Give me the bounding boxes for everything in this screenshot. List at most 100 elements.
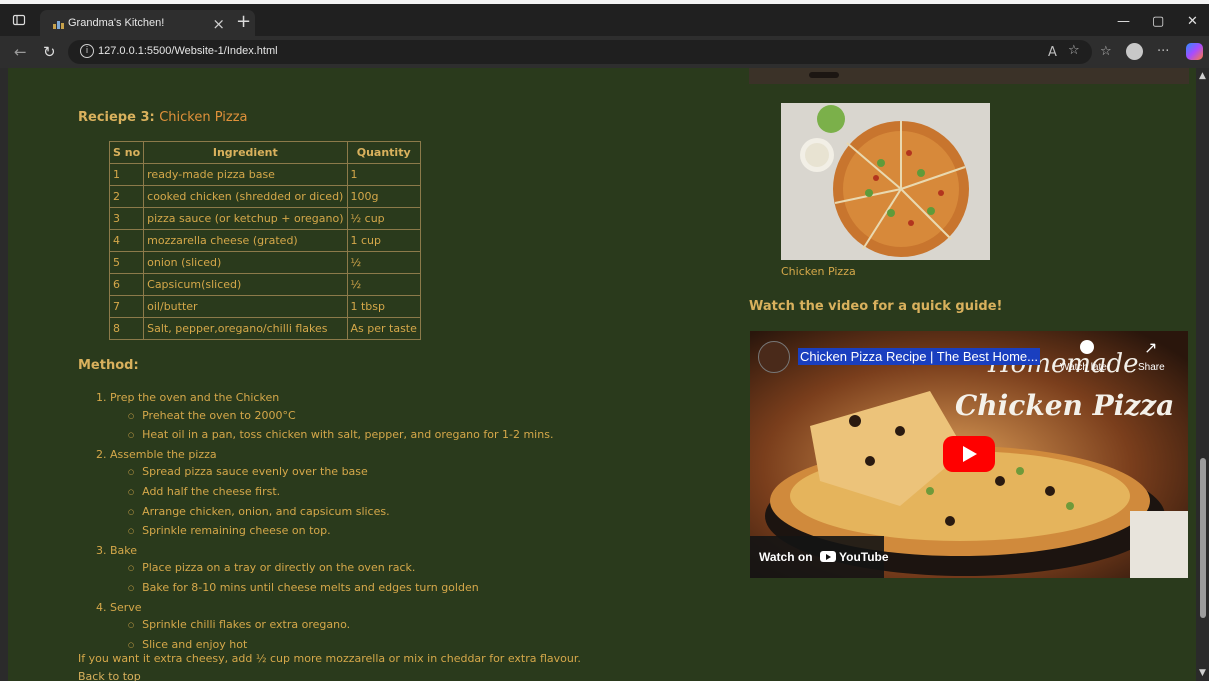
step-title: 4. Serve — [96, 600, 142, 614]
copilot-icon[interactable] — [1186, 43, 1203, 60]
cell-quantity: 100g — [346, 185, 421, 208]
step-detail: Add half the cheese first. — [96, 483, 553, 503]
video-brand-line2: Chicken Pizza — [955, 389, 1175, 422]
step-detail: Spread pizza sauce evenly over the base — [96, 463, 553, 483]
chicken-pizza-image — [781, 103, 990, 260]
cell-quantity: 1 tbsp — [346, 295, 421, 318]
share-icon[interactable]: ↗ — [1144, 338, 1157, 357]
close-window-icon[interactable]: ✕ — [1187, 14, 1198, 29]
watch-on-label: Watch on — [759, 550, 813, 564]
cell-ingredient: ready-made pizza base — [143, 163, 348, 186]
new-tab-button[interactable]: + — [236, 11, 251, 32]
cell-sno: 7 — [108, 295, 145, 318]
channel-avatar[interactable] — [758, 341, 790, 373]
cell-quantity: ½ — [346, 251, 421, 274]
restore-icon[interactable]: ▢ — [1152, 14, 1164, 29]
more-menu-icon[interactable]: ··· — [1157, 44, 1169, 59]
minimize-icon[interactable]: — — [1117, 14, 1130, 29]
table-header-row: S no Ingredient Quantity — [108, 141, 421, 164]
image-caption: Chicken Pizza — [781, 265, 856, 278]
navigation-bar: ← ↻ i 127.0.0.1:5500/Website-1/Index.htm… — [0, 36, 1209, 68]
step-title: 2. Assemble the pizza — [96, 447, 217, 461]
address-bar[interactable]: i 127.0.0.1:5500/Website-1/Index.html A … — [68, 40, 1092, 64]
step-detail: Preheat the oven to 2000°C — [96, 407, 553, 427]
step-title: 3. Bake — [96, 543, 138, 557]
youtube-video-embed[interactable]: Homemade Chicken Pizza Chicken Pizza Rec… — [750, 331, 1188, 578]
watch-later-label[interactable]: Watch later — [1060, 362, 1110, 373]
sidebar-toggle-icon[interactable] — [12, 13, 26, 27]
cell-sno: 8 — [108, 317, 145, 340]
method-heading: Method: — [78, 358, 139, 373]
youtube-logo-icon — [820, 551, 836, 562]
cell-sno: 3 — [108, 207, 145, 230]
step-detail: Place pizza on a tray or directly on the… — [96, 559, 553, 579]
step-detail: Arrange chicken, onion, and capsicum sli… — [96, 503, 553, 523]
browser-tab[interactable]: Grandma's Kitchen! × — [40, 10, 255, 38]
step-detail: Sprinkle chilli flakes or extra oregano. — [96, 616, 553, 636]
cell-ingredient: pizza sauce (or ketchup + oregano) — [143, 207, 348, 230]
kitchen-favicon-icon — [53, 21, 64, 29]
favorites-icon[interactable]: ☆ — [1100, 44, 1112, 59]
watch-on-youtube-button[interactable]: Watch on YouTube — [750, 536, 889, 578]
col-header-ingredient: Ingredient — [143, 141, 348, 164]
step-detail: Sprinkle remaining cheese on top. — [96, 522, 553, 542]
cell-sno: 1 — [108, 163, 145, 186]
video-title[interactable]: Chicken Pizza Recipe | The Best Home... — [798, 348, 1040, 365]
table-row: 1 ready-made pizza base 1 — [108, 163, 421, 186]
table-row: 4 mozzarella cheese (grated) 1 cup — [108, 229, 421, 252]
table-row: 3 pizza sauce (or ketchup + oregano) ½ cup — [108, 207, 421, 230]
page-content: Reciepe 3: Chicken Pizza S no Ingredient… — [8, 68, 1196, 681]
recipe-heading: Reciepe 3: Chicken Pizza — [78, 110, 248, 125]
cell-ingredient: mozzarella cheese (grated) — [143, 229, 348, 252]
cell-quantity: ½ — [346, 273, 421, 296]
tab-close-icon[interactable]: × — [212, 15, 225, 33]
step-detail: Bake for 8-10 mins until cheese melts an… — [96, 579, 553, 599]
cell-ingredient: oil/butter — [143, 295, 348, 318]
scroll-thumb[interactable] — [1200, 458, 1206, 618]
cell-ingredient: onion (sliced) — [143, 251, 348, 274]
favorite-star-icon[interactable]: ☆ — [1068, 43, 1080, 58]
refresh-icon[interactable]: ↻ — [43, 43, 56, 61]
cell-sno: 5 — [108, 251, 145, 274]
cell-sno: 6 — [108, 273, 145, 296]
title-bar: Grandma's Kitchen! × + — ▢ ✕ — [0, 4, 1209, 38]
url-text[interactable]: 127.0.0.1:5500/Website-1/Index.html — [98, 45, 278, 57]
table-row: 7 oil/butter 1 tbsp — [108, 295, 421, 318]
vertical-scrollbar[interactable]: ▲ ▼ — [1196, 68, 1209, 681]
back-to-top-link[interactable]: Back to top — [78, 670, 141, 681]
step-detail: Heat oil in a pan, toss chicken with sal… — [96, 426, 553, 446]
ingredients-table: S no Ingredient Quantity 1 ready-made piz… — [108, 141, 421, 340]
site-info-icon[interactable]: i — [80, 44, 94, 58]
step-title: 1. Prep the oven and the Chicken — [96, 391, 280, 404]
read-aloud-icon[interactable]: A — [1048, 45, 1057, 60]
watch-later-icon[interactable] — [1080, 340, 1094, 354]
back-icon[interactable]: ← — [14, 43, 27, 61]
play-button[interactable] — [943, 436, 995, 472]
table-row: 5 onion (sliced) ½ — [108, 251, 421, 274]
scroll-down-arrow-icon[interactable]: ▼ — [1199, 668, 1206, 678]
tab-title: Grandma's Kitchen! — [68, 17, 165, 29]
table-row: 6 Capsicum(sliced) ½ — [108, 273, 421, 296]
col-header-sno: S no — [108, 141, 145, 164]
cell-quantity: 1 cup — [346, 229, 421, 252]
recipe-name: Chicken Pizza — [159, 110, 248, 125]
profile-avatar-icon[interactable] — [1126, 43, 1143, 60]
cell-quantity: As per taste — [346, 317, 421, 340]
cell-sno: 4 — [108, 229, 145, 252]
video-heading: Watch the video for a quick guide! — [749, 299, 1003, 314]
cheese-tip: If you want it extra cheesy, add ½ cup m… — [78, 652, 581, 665]
cell-ingredient: Capsicum(sliced) — [143, 273, 348, 296]
youtube-label: YouTube — [839, 550, 889, 564]
previous-recipe-image — [749, 68, 1189, 84]
cell-quantity: ½ cup — [346, 207, 421, 230]
col-header-quantity: Quantity — [346, 141, 421, 164]
recipe-label: Reciepe 3: — [78, 110, 155, 125]
share-label[interactable]: Share — [1138, 362, 1165, 373]
scroll-up-arrow-icon[interactable]: ▲ — [1199, 71, 1206, 81]
cell-ingredient: Salt, pepper,oregano/chilli flakes — [143, 317, 348, 340]
cell-sno: 2 — [108, 185, 145, 208]
table-row: 2 cooked chicken (shredded or diced) 100g — [108, 185, 421, 208]
cell-ingredient: cooked chicken (shredded or diced) — [143, 185, 348, 208]
method-steps-list: 1. Prep the oven and the Chicken Preheat… — [96, 389, 553, 655]
table-row: 8 Salt, pepper,oregano/chilli flakes As pe… — [108, 317, 421, 340]
